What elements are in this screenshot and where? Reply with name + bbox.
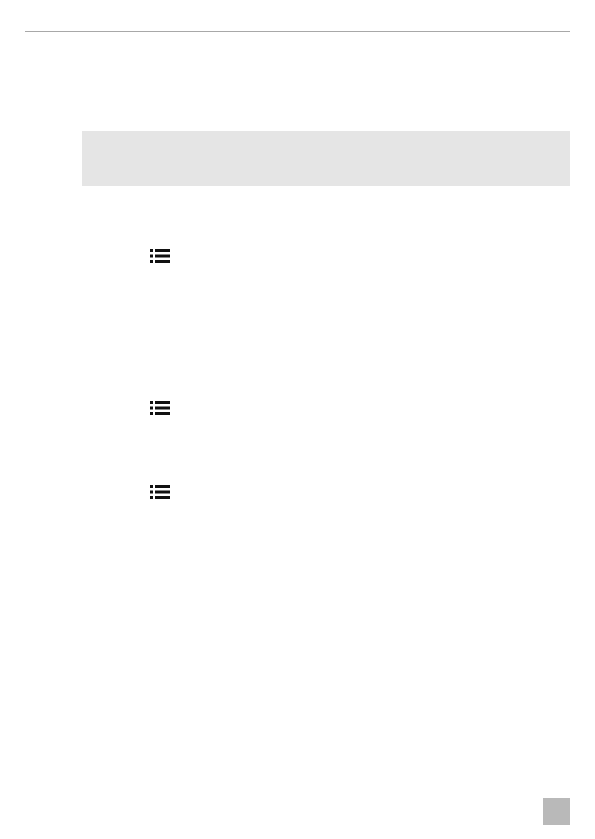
page-tab [543, 798, 570, 825]
list-icon [149, 484, 171, 500]
list-icon [149, 248, 171, 264]
shaded-info-box [82, 131, 570, 186]
list-icon [149, 400, 171, 416]
header-rule [25, 31, 570, 32]
